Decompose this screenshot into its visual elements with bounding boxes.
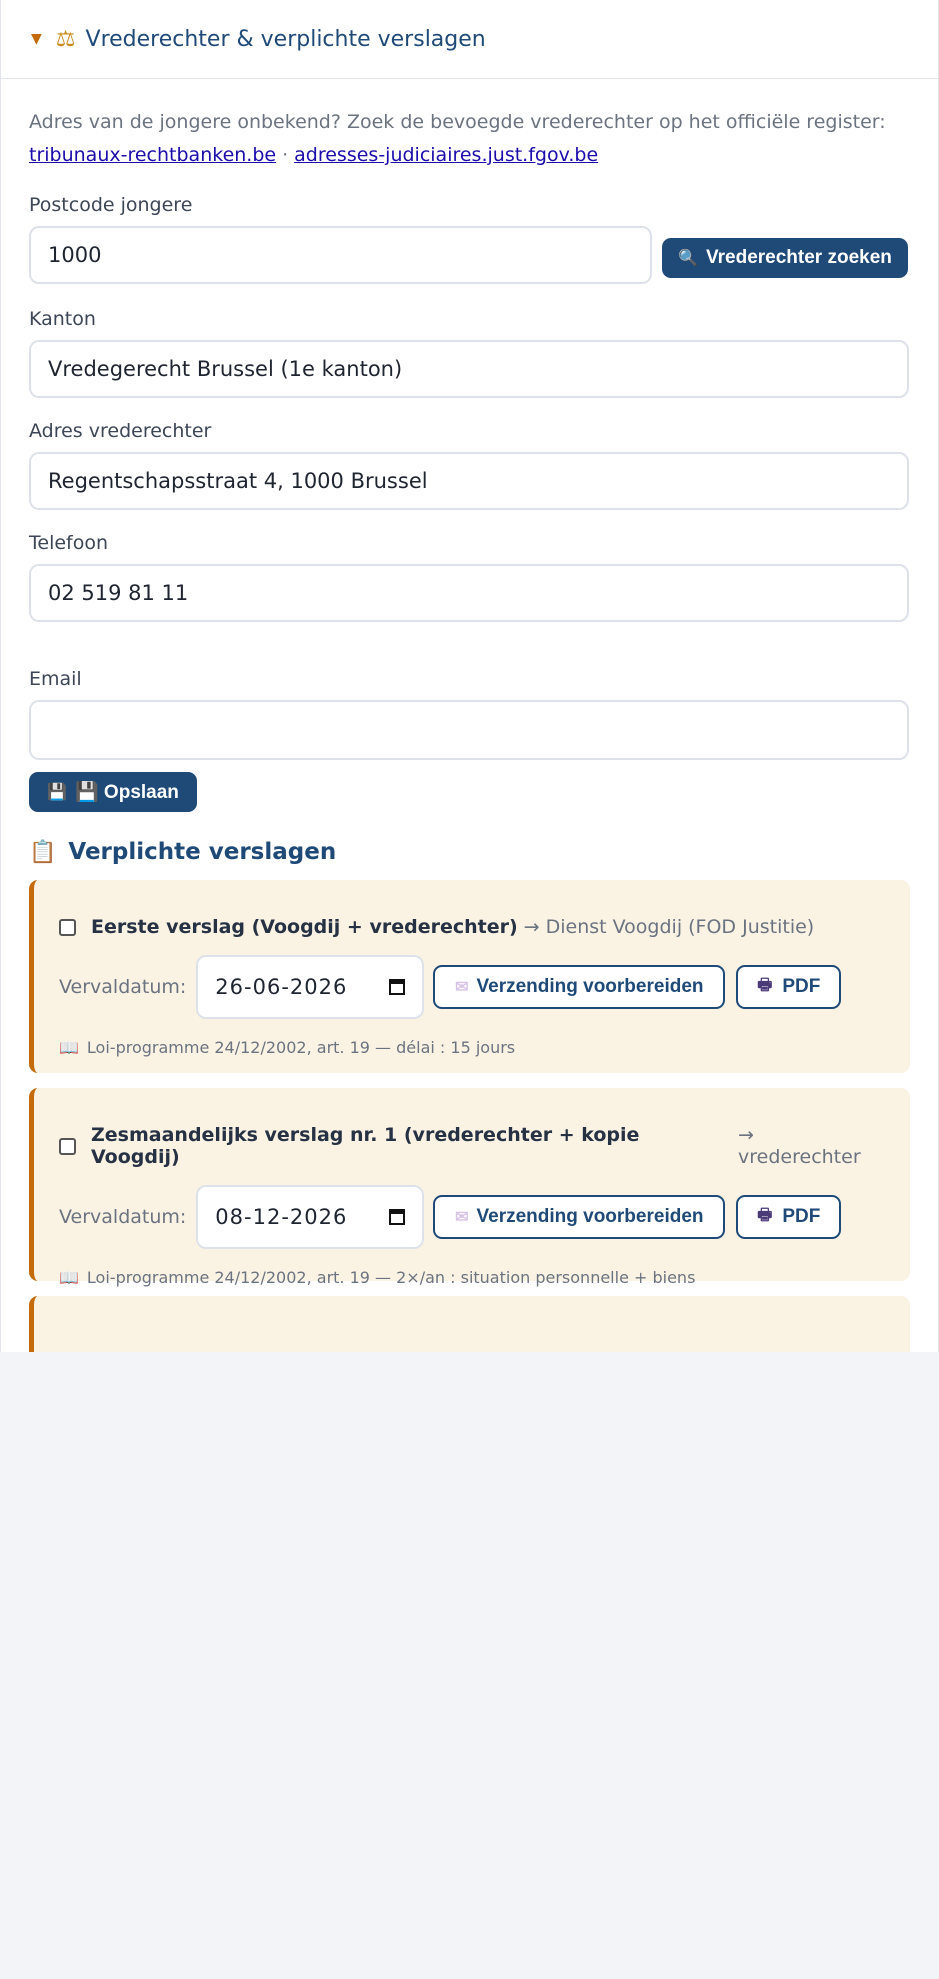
link-tribunaux[interactable]: tribunaux-rechtbanken.be (29, 144, 276, 166)
save-button[interactable]: 💾 💾 Opslaan (29, 772, 197, 812)
pdf-button[interactable]: 🖶 PDF (736, 1195, 842, 1239)
due-row: Vervaldatum: 26-06-2026 ✉ Verzending voo… (59, 955, 882, 1019)
search-button-label: Vrederechter zoeken (706, 247, 892, 268)
due-date-input[interactable]: 08-12-2026 (196, 1185, 425, 1249)
search-icon: 🔍 (678, 250, 699, 267)
telefoon-label: Telefoon (29, 532, 109, 554)
pdf-button[interactable]: 🖶 PDF (736, 965, 842, 1009)
link-adresses-judiciaires[interactable]: adresses-judiciaires.just.fgov.be (294, 144, 598, 166)
prepare-send-label: Verzending voorbereiden (476, 1206, 704, 1227)
reference-text: Loi-programme 24/12/2002, art. 19 — 2×/a… (86, 1268, 696, 1287)
report-title-row: Eerste verslag (Voogdij + vrederechter) … (59, 880, 882, 938)
book-icon: 📖 (59, 1268, 79, 1287)
link-separator: · (282, 144, 289, 166)
legal-reference: 📖 Loi-programme 24/12/2002, art. 19 — 2×… (59, 1268, 882, 1287)
email-input[interactable] (29, 700, 909, 760)
calendar-icon[interactable] (389, 1209, 406, 1225)
envelope-icon: ✉ (455, 979, 469, 996)
book-icon: 📖 (59, 1038, 79, 1057)
report-title: Zesmaandelijks verslag nr. 1 (vrederecht… (91, 1124, 640, 1168)
save-button-label: 💾 Opslaan (75, 782, 179, 803)
report-title: Eerste verslag (Voogdij + vrederechter) (91, 916, 518, 938)
reference-text: Loi-programme 24/12/2002, art. 19 — déla… (86, 1038, 516, 1057)
email-label: Email (29, 668, 82, 690)
due-date-value: 08-12-2026 (215, 1205, 348, 1229)
report-card-partial (29, 1296, 910, 1352)
caret-down-icon[interactable]: ▼ (31, 31, 42, 47)
due-label: Vervaldatum: (59, 976, 187, 998)
report-card: Eerste verslag (Voogdij + vrederechter) … (29, 880, 910, 1073)
search-vrederechter-button[interactable]: 🔍 Vrederechter zoeken (662, 238, 908, 278)
telefoon-value: 02 519 81 11 (48, 581, 189, 605)
report-checkbox[interactable] (59, 918, 76, 936)
legal-reference: 📖 Loi-programme 24/12/2002, art. 19 — dé… (59, 1038, 882, 1057)
report-card: Zesmaandelijks verslag nr. 1 (vrederecht… (29, 1088, 910, 1287)
adres-label: Adres vrederechter (29, 420, 212, 442)
pdf-button-label: PDF (782, 1206, 821, 1227)
report-title-row: Zesmaandelijks verslag nr. 1 (vrederecht… (59, 1088, 882, 1168)
panel-title: Vrederechter & verplichte verslagen (85, 26, 486, 52)
adres-input[interactable]: Regentschapsstraat 4, 1000 Brussel (29, 452, 909, 510)
reports-title-text: Verplichte verslagen (68, 839, 337, 865)
printer-icon: 🖶 (757, 976, 773, 994)
postcode-label: Postcode jongere (29, 194, 193, 216)
report-recipient: → Dienst Voogdij (FOD Justitie) (523, 916, 815, 938)
reports-section-title: 📋 Verplichte verslagen (29, 839, 910, 865)
report-checkbox[interactable] (59, 1137, 76, 1155)
postcode-value: 1000 (48, 243, 102, 267)
panel-header[interactable]: ▼ ⚖ Vrederechter & verplichte verslagen (1, 0, 938, 79)
intro-text: Adres van de jongere onbekend? Zoek de b… (29, 106, 910, 172)
kanton-value: Vredegerecht Brussel (1e kanton) (48, 357, 403, 381)
calendar-icon[interactable] (389, 979, 406, 995)
prepare-send-button[interactable]: ✉ Verzending voorbereiden (433, 965, 726, 1009)
kanton-label: Kanton (29, 308, 96, 330)
envelope-icon: ✉ (455, 1209, 469, 1226)
scale-icon: ⚖ (55, 26, 76, 52)
clipboard-icon: 📋 (29, 839, 57, 865)
due-label: Vervaldatum: (59, 1206, 187, 1228)
report-recipient: → vrederechter (738, 1124, 861, 1168)
postcode-input[interactable]: 1000 (29, 226, 652, 284)
pdf-button-label: PDF (782, 976, 821, 997)
printer-icon: 🖶 (757, 1206, 773, 1224)
floppy-disk-icon: 💾 (47, 784, 67, 801)
telefoon-input[interactable]: 02 519 81 11 (29, 564, 909, 622)
intro-description: Adres van de jongere onbekend? Zoek de b… (29, 111, 886, 133)
prepare-send-button[interactable]: ✉ Verzending voorbereiden (433, 1195, 726, 1239)
due-date-input[interactable]: 26-06-2026 (196, 955, 425, 1019)
due-date-value: 26-06-2026 (215, 975, 348, 999)
due-row: Vervaldatum: 08-12-2026 ✉ Verzending voo… (59, 1185, 882, 1249)
kanton-input[interactable]: Vredegerecht Brussel (1e kanton) (29, 340, 909, 398)
vrederechter-panel: ▼ ⚖ Vrederechter & verplichte verslagen … (0, 0, 939, 1352)
adres-value: Regentschapsstraat 4, 1000 Brussel (48, 469, 428, 493)
prepare-send-label: Verzending voorbereiden (476, 976, 704, 997)
